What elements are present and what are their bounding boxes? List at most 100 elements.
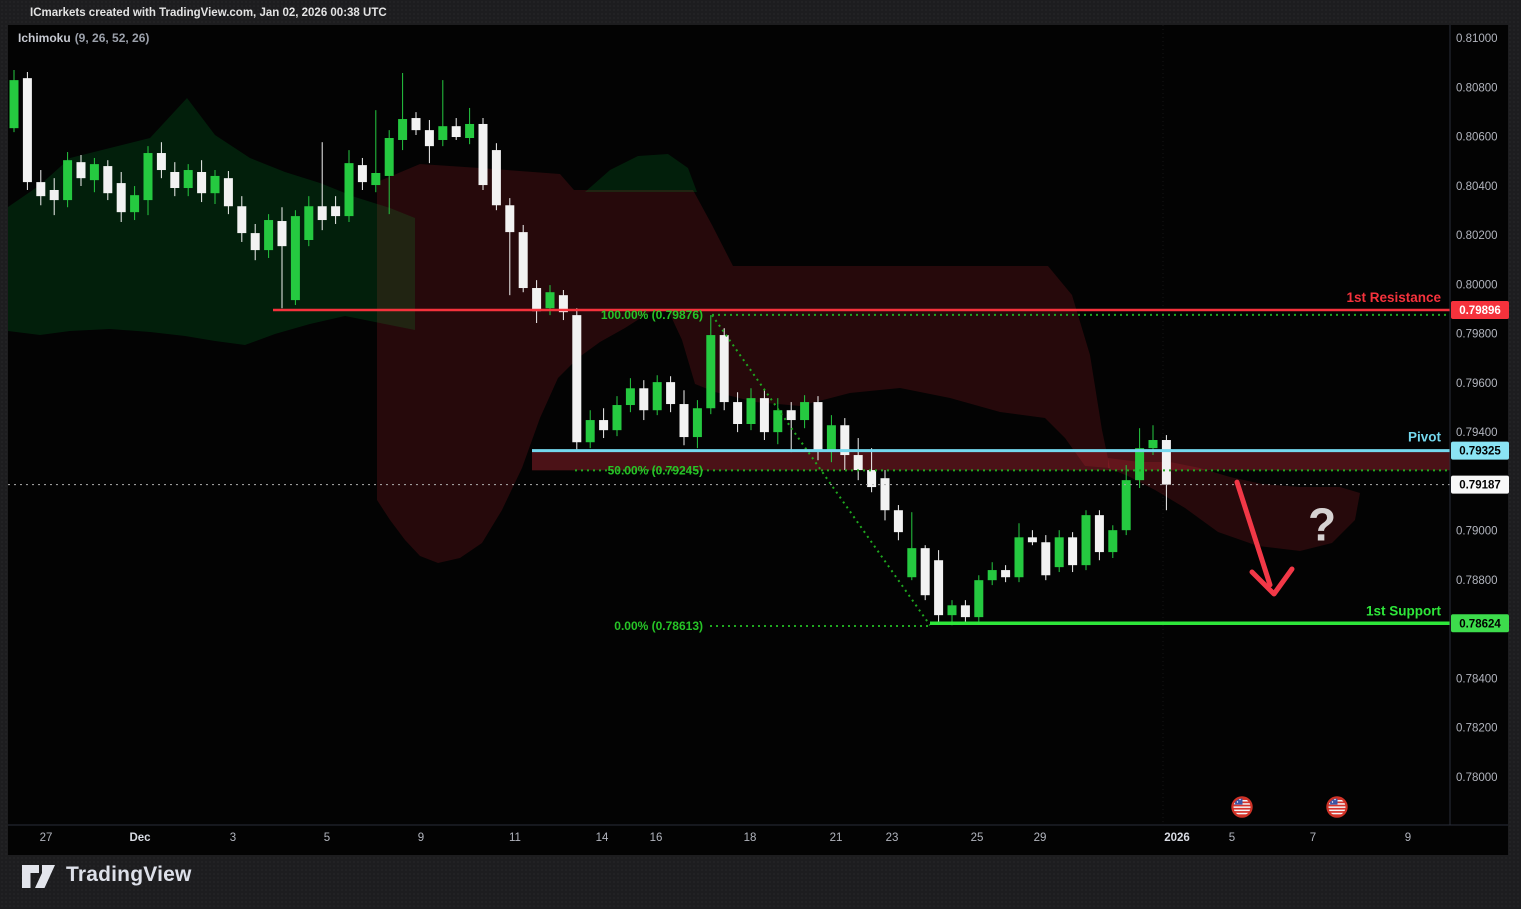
candle-body — [613, 405, 622, 430]
price-tick-label: 0.79600 — [1456, 378, 1498, 390]
level-label-fib-50[interactable]: 50.00% (0.79245) — [608, 463, 703, 477]
time-tick-label: 9 — [418, 832, 424, 844]
candle-body — [961, 605, 970, 617]
price-tick-label: 0.78000 — [1456, 772, 1498, 784]
candle-body — [505, 205, 514, 232]
candle-body — [519, 232, 528, 288]
level-label-pivot[interactable]: Pivot — [1408, 430, 1442, 445]
candle-body — [720, 335, 729, 402]
candle-body — [934, 560, 943, 615]
candle-body — [157, 153, 166, 170]
tradingview-logo-text: TradingView — [66, 863, 192, 887]
candle — [1082, 510, 1091, 570]
candle — [492, 143, 501, 210]
candle-body — [465, 124, 474, 138]
indicator-name: Ichimoku — [18, 31, 71, 45]
candle-body — [77, 162, 86, 178]
candle-body — [948, 605, 957, 615]
candle-body — [1055, 537, 1064, 567]
price-badge-label: 0.79187 — [1459, 480, 1501, 492]
candle-body — [666, 382, 675, 404]
candle-body — [130, 195, 139, 212]
candle-body — [23, 78, 32, 182]
candle-body — [1108, 530, 1117, 552]
price-tick-label: 0.79400 — [1456, 427, 1498, 439]
candle-body — [546, 292, 555, 308]
candle-body — [1149, 440, 1158, 448]
candle-body — [492, 150, 501, 205]
candle-body — [532, 288, 541, 311]
candle-body — [827, 425, 836, 450]
candle-body — [706, 335, 715, 408]
candle-body — [264, 220, 273, 250]
watermark-bar: ICmarkets created with TradingView.com, … — [0, 0, 1521, 25]
candle-body — [760, 398, 769, 432]
candle-body — [358, 165, 367, 182]
indicator-legend[interactable]: Ichimoku (9, 26, 52, 26) — [18, 31, 149, 45]
level-label-fib-100[interactable]: 100.00% (0.79876) — [601, 308, 703, 322]
candle-body — [318, 206, 327, 220]
time-tick-label: 5 — [1229, 832, 1235, 844]
tradingview-logo-icon — [20, 860, 57, 890]
candle-body — [733, 402, 742, 424]
candle-body — [10, 80, 19, 128]
candle-body — [412, 118, 421, 130]
economic-event-flag-us[interactable] — [1327, 797, 1347, 817]
candle-body — [1095, 515, 1104, 552]
price-tick-label: 0.80000 — [1456, 279, 1498, 291]
time-tick-label: Dec — [129, 832, 151, 844]
candle-body — [237, 206, 246, 233]
price-tick-label: 0.80600 — [1456, 132, 1498, 144]
level-label-support[interactable]: 1st Support — [1366, 603, 1442, 618]
candle — [519, 225, 528, 292]
candle-body — [680, 404, 689, 437]
candle — [63, 152, 72, 207]
level-label-fib-0[interactable]: 0.00% (0.78613) — [614, 619, 703, 633]
tradingview-logo[interactable]: TradingView — [20, 860, 192, 890]
time-tick-label: 5 — [324, 832, 330, 844]
price-tick-label: 0.80400 — [1456, 181, 1498, 193]
time-tick-label: 3 — [230, 832, 236, 844]
candle-body — [90, 164, 99, 180]
candle-body — [1001, 570, 1010, 577]
candle-body — [1162, 440, 1171, 485]
candle-body — [1135, 448, 1144, 480]
chart-canvas[interactable]: 1st Resistance100.00% (0.79876)Pivot50.0… — [0, 0, 1521, 909]
candle — [720, 328, 729, 410]
time-tick-label: 11 — [509, 832, 521, 844]
candle-body — [479, 124, 488, 185]
candle-body — [907, 548, 916, 577]
time-tick-label: 29 — [1034, 832, 1047, 844]
candle — [921, 545, 930, 600]
indicator-params: (9, 26, 52, 26) — [75, 31, 150, 45]
price-tick-label: 0.80200 — [1456, 230, 1498, 242]
economic-event-flag-us[interactable] — [1232, 797, 1252, 817]
time-tick-label: 27 — [40, 832, 53, 844]
candle-body — [170, 172, 179, 188]
level-label-resistance[interactable]: 1st Resistance — [1346, 290, 1441, 305]
candle-body — [921, 548, 930, 595]
candle-body — [291, 216, 300, 300]
candle-body — [894, 510, 903, 532]
candle-body — [1028, 537, 1037, 542]
price-tick-label: 0.81000 — [1456, 33, 1498, 45]
candle-body — [1122, 480, 1131, 530]
candle-body — [599, 420, 608, 430]
candle-body — [854, 455, 863, 470]
candle — [974, 575, 983, 624]
candle-body — [1068, 537, 1077, 565]
question-mark-annotation[interactable]: ? — [1308, 498, 1336, 550]
candle-body — [278, 221, 287, 246]
time-tick-label: 9 — [1405, 832, 1411, 844]
price-tick-label: 0.79800 — [1456, 329, 1498, 341]
candle-body — [331, 206, 340, 216]
candle-body — [251, 233, 260, 250]
candle-body — [144, 153, 153, 200]
candle-body — [197, 172, 206, 193]
watermark-text: ICmarkets created with TradingView.com, … — [30, 7, 387, 19]
candle-body — [1015, 537, 1024, 577]
price-badge-label: 0.79325 — [1459, 446, 1501, 458]
time-tick-label: 7 — [1310, 832, 1316, 844]
candle — [479, 118, 488, 190]
candle-body — [117, 183, 126, 212]
